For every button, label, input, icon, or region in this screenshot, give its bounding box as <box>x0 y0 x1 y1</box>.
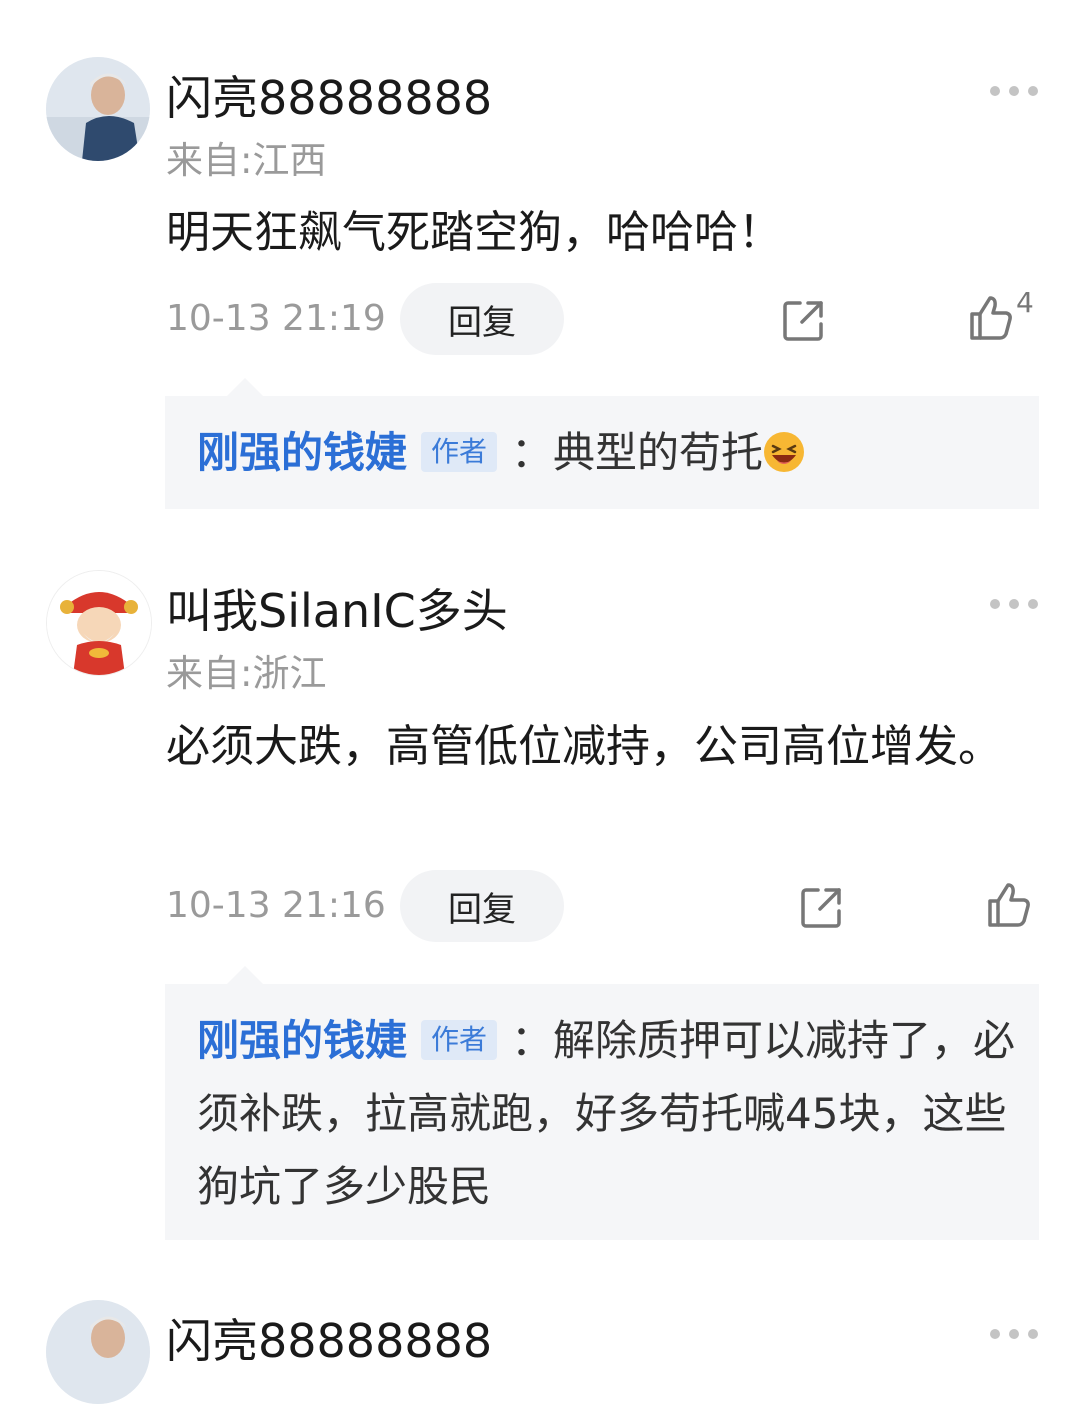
comment-item: 闪亮88888888 <box>0 0 1084 1404</box>
more-dots-icon[interactable] <box>990 1327 1038 1341</box>
username[interactable]: 闪亮88888888 <box>166 1305 492 1371</box>
avatar[interactable] <box>46 1300 150 1404</box>
